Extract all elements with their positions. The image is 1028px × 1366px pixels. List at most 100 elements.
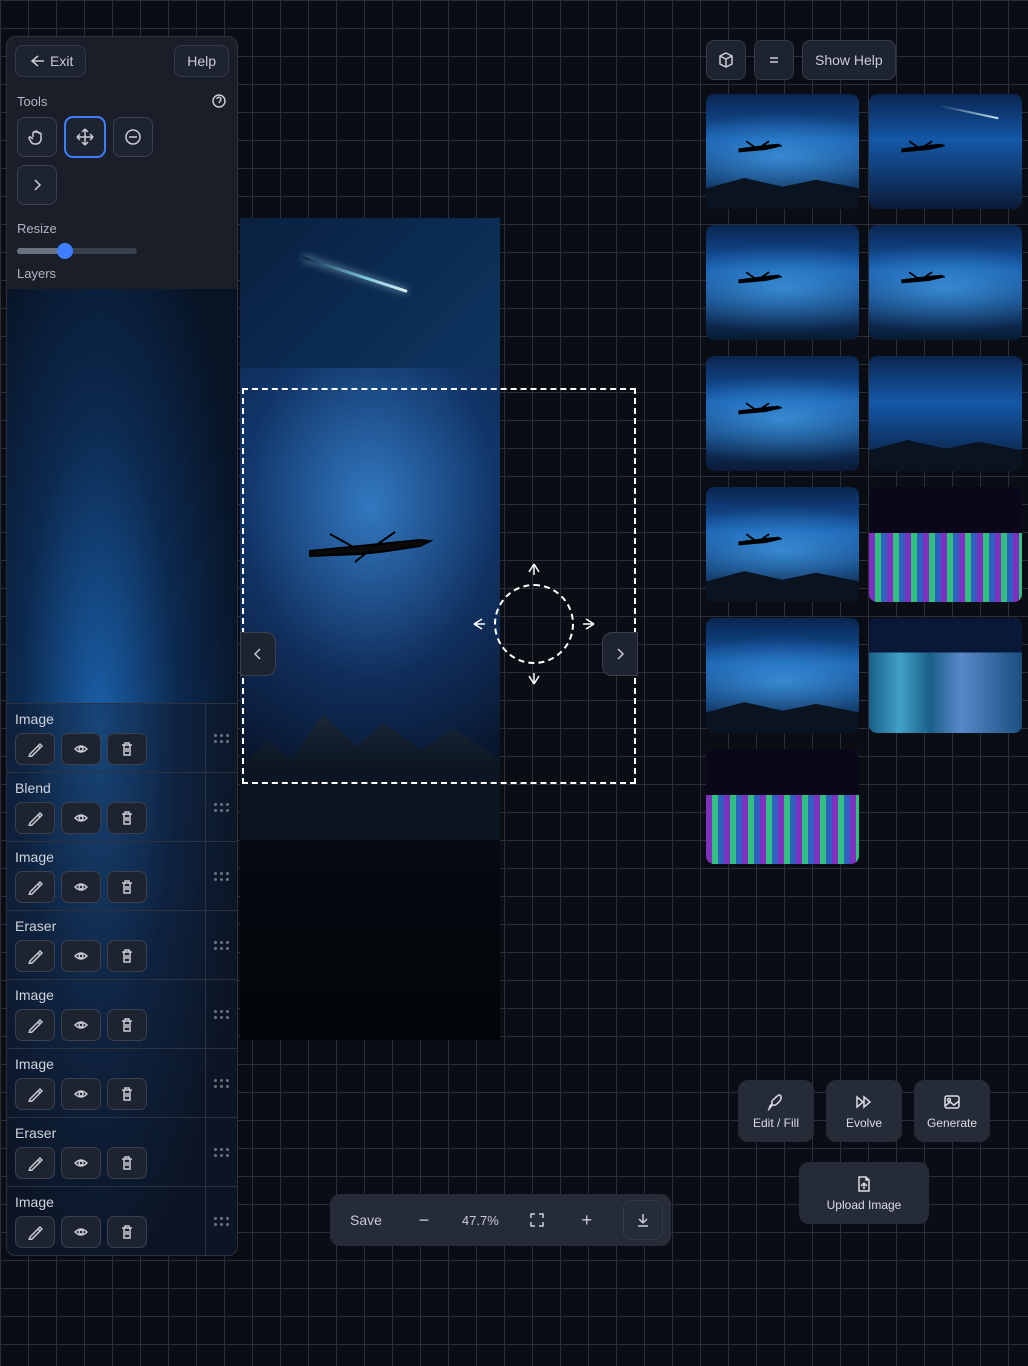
evolve-button[interactable]: Evolve (826, 1080, 902, 1142)
edit-fill-button[interactable]: Edit / Fill (738, 1080, 814, 1142)
layer-delete-button[interactable] (107, 1147, 147, 1179)
trash-icon (119, 1017, 135, 1033)
slider-thumb[interactable] (57, 243, 73, 259)
layer-edit-button[interactable] (15, 1078, 55, 1110)
layer-item[interactable]: Image (7, 703, 237, 772)
layer-drag-handle[interactable] (205, 980, 237, 1048)
menu-button[interactable] (754, 40, 794, 80)
move-handle[interactable] (494, 584, 574, 664)
save-label: Save (350, 1212, 382, 1228)
selection-box[interactable] (242, 388, 636, 784)
image-icon (942, 1092, 962, 1112)
layer-name: Eraser (15, 918, 197, 934)
zoom-in-button[interactable]: + (567, 1200, 607, 1240)
eye-icon (73, 810, 89, 826)
left-panel: Exit Help Tools Resize Layers (6, 36, 238, 1256)
layer-visibility-button[interactable] (61, 1216, 101, 1248)
zoom-out-button[interactable]: − (404, 1200, 444, 1240)
layer-name: Eraser (15, 1125, 197, 1141)
layer-item[interactable]: Image (7, 1186, 237, 1255)
show-help-button[interactable]: Show Help (802, 40, 896, 80)
layer-edit-button[interactable] (15, 1147, 55, 1179)
gallery-thumbnail[interactable] (706, 225, 859, 340)
layer-delete-button[interactable] (107, 1216, 147, 1248)
layer-item[interactable]: Image (7, 1048, 237, 1117)
layer-item[interactable]: Image (7, 841, 237, 910)
gallery-thumbnail[interactable] (869, 356, 1022, 471)
canvas-next-button[interactable] (602, 632, 638, 676)
upload-icon (854, 1174, 874, 1194)
layer-visibility-button[interactable] (61, 1009, 101, 1041)
tools-label: Tools (17, 94, 47, 109)
layer-edit-button[interactable] (15, 1009, 55, 1041)
move-tool[interactable] (65, 117, 105, 157)
help-circle-icon[interactable] (211, 93, 227, 109)
hand-icon (27, 127, 47, 147)
layer-drag-handle[interactable] (205, 1118, 237, 1186)
fit-icon (529, 1212, 545, 1228)
layers-preview-area: Image Blend Image (7, 289, 237, 1255)
save-button[interactable]: Save (338, 1205, 394, 1235)
minus-icon: − (419, 1211, 430, 1229)
gallery-thumbnail[interactable] (706, 618, 859, 733)
layer-drag-handle[interactable] (205, 773, 237, 841)
generate-button[interactable]: Generate (914, 1080, 990, 1142)
layer-drag-handle[interactable] (205, 1187, 237, 1255)
gallery-thumbnail[interactable] (869, 487, 1022, 602)
upload-image-button[interactable]: Upload Image (799, 1162, 929, 1224)
gallery-thumbnail[interactable] (869, 225, 1022, 340)
layer-drag-handle[interactable] (205, 704, 237, 772)
layer-item[interactable]: Image (7, 979, 237, 1048)
layer-edit-button[interactable] (15, 940, 55, 972)
trash-icon (119, 1086, 135, 1102)
layer-edit-button[interactable] (15, 871, 55, 903)
layer-delete-button[interactable] (107, 940, 147, 972)
fit-button[interactable] (517, 1200, 557, 1240)
expand-tools-button[interactable] (17, 165, 57, 205)
layer-visibility-button[interactable] (61, 940, 101, 972)
layer-item[interactable]: Blend (7, 772, 237, 841)
layer-delete-button[interactable] (107, 802, 147, 834)
trash-icon (119, 1155, 135, 1171)
layer-visibility-button[interactable] (61, 871, 101, 903)
cube-button[interactable] (706, 40, 746, 80)
layer-delete-button[interactable] (107, 871, 147, 903)
generate-label: Generate (927, 1116, 977, 1130)
canvas-prev-button[interactable] (240, 632, 276, 676)
layer-drag-handle[interactable] (205, 1049, 237, 1117)
gallery-thumbnail[interactable] (706, 749, 859, 864)
canvas-viewport[interactable] (240, 36, 638, 1256)
layer-visibility-button[interactable] (61, 802, 101, 834)
resize-slider[interactable] (17, 248, 137, 254)
eye-icon (73, 879, 89, 895)
layer-edit-button[interactable] (15, 802, 55, 834)
gallery-thumbnail[interactable] (869, 618, 1022, 733)
layer-edit-button[interactable] (15, 733, 55, 765)
download-button[interactable] (623, 1200, 663, 1240)
gallery-thumbnail[interactable] (706, 94, 859, 209)
hand-tool[interactable] (17, 117, 57, 157)
gallery-thumbnail[interactable] (869, 94, 1022, 209)
layer-drag-handle[interactable] (205, 842, 237, 910)
gallery-thumbnail[interactable] (706, 487, 859, 602)
eye-icon (73, 1155, 89, 1171)
layer-delete-button[interactable] (107, 1009, 147, 1041)
eye-icon (73, 1224, 89, 1240)
help-button[interactable]: Help (174, 45, 229, 77)
gallery-thumbnail[interactable] (706, 356, 859, 471)
layer-name: Image (15, 711, 197, 727)
layer-delete-button[interactable] (107, 733, 147, 765)
layer-visibility-button[interactable] (61, 1078, 101, 1110)
eye-icon (73, 948, 89, 964)
pencil-icon (27, 879, 43, 895)
layer-item[interactable]: Eraser (7, 910, 237, 979)
layer-visibility-button[interactable] (61, 1147, 101, 1179)
layer-name: Blend (15, 780, 197, 796)
zoom-out-tool[interactable] (113, 117, 153, 157)
layer-visibility-button[interactable] (61, 733, 101, 765)
layer-drag-handle[interactable] (205, 911, 237, 979)
layer-item[interactable]: Eraser (7, 1117, 237, 1186)
layer-edit-button[interactable] (15, 1216, 55, 1248)
layer-delete-button[interactable] (107, 1078, 147, 1110)
exit-button[interactable]: Exit (15, 45, 86, 77)
